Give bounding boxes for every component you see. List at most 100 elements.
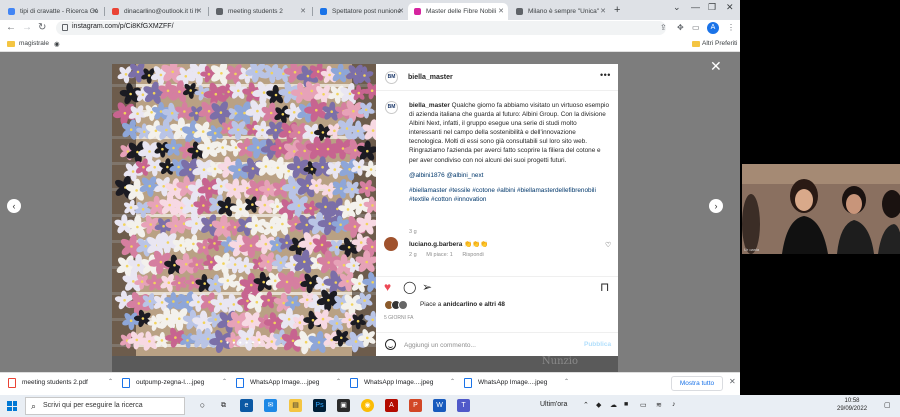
show-all-downloads-button[interactable]: Mostra tutto bbox=[671, 376, 723, 391]
comment-like-icon[interactable]: ♡ bbox=[605, 241, 611, 249]
comment-icon[interactable]: ◯ bbox=[403, 281, 416, 293]
file-explorer-icon[interactable]: ▤ bbox=[289, 399, 302, 412]
close-tab-icon[interactable]: ✕ bbox=[92, 3, 98, 20]
video-call-thumbnail[interactable]: Ur oania bbox=[742, 164, 900, 254]
task-view-icon[interactable]: ⧉ bbox=[217, 399, 230, 412]
chevron-up-icon[interactable]: ⌃ bbox=[564, 378, 569, 385]
taskbar-search[interactable]: ⌕ Scrivi qui per eseguire la ricerca bbox=[25, 397, 185, 415]
chevron-up-icon[interactable]: ⌃ bbox=[583, 401, 589, 409]
teams-icon[interactable]: T bbox=[457, 399, 470, 412]
side-panel-icon[interactable]: ▭ bbox=[692, 23, 700, 32]
powerpoint-icon[interactable]: P bbox=[409, 399, 422, 412]
forward-icon[interactable]: → bbox=[22, 22, 32, 33]
chevron-up-icon[interactable]: ⌃ bbox=[108, 378, 113, 385]
download-item-2[interactable]: outpump-zegna-l....jpeg ⌃ bbox=[122, 377, 230, 391]
minimize-button[interactable]: — bbox=[691, 2, 700, 12]
caption-mentions[interactable]: @albini1876 @albini_next bbox=[409, 171, 609, 180]
more-options-icon[interactable]: ••• bbox=[600, 70, 611, 80]
cloud-icon[interactable]: ☁ bbox=[610, 401, 617, 409]
tab-1[interactable]: tipi di cravatte - Ricerca Go ✕ bbox=[2, 3, 102, 20]
new-tab-button[interactable]: + bbox=[614, 3, 620, 17]
caption-avatar[interactable]: BM bbox=[385, 101, 398, 114]
commenter-avatar[interactable] bbox=[384, 237, 398, 251]
word-icon[interactable]: W bbox=[433, 399, 446, 412]
like-heart-icon[interactable]: ♥ bbox=[384, 281, 391, 293]
tab-4[interactable]: Spettatore post nunione ✕ bbox=[314, 3, 408, 20]
comment-input[interactable] bbox=[404, 339, 574, 351]
windows-start-icon[interactable] bbox=[7, 401, 17, 411]
download-item-1[interactable]: meeting students 2.pdf ⌃ bbox=[8, 377, 116, 391]
publish-button[interactable]: Pubblica bbox=[584, 341, 611, 348]
close-modal-icon[interactable]: ✕ bbox=[710, 58, 722, 75]
pdf-file-icon bbox=[8, 378, 16, 388]
volume-icon[interactable]: ♪ bbox=[672, 401, 676, 408]
edge-icon[interactable]: e bbox=[240, 399, 253, 412]
globe-icon[interactable]: ◉ bbox=[54, 40, 60, 48]
save-bookmark-icon[interactable]: ⊓ bbox=[600, 281, 609, 293]
chevron-up-icon[interactable]: ⌃ bbox=[222, 378, 227, 385]
cortana-icon[interactable]: ○ bbox=[196, 399, 209, 412]
close-window-button[interactable]: ✕ bbox=[726, 2, 734, 13]
tab-3[interactable]: meeting students 2 ✕ bbox=[210, 3, 310, 20]
comment-text: 👏👏👏 bbox=[464, 241, 488, 248]
address-bar[interactable]: instagram.com/p/Ci8KfGXMZFF/ bbox=[56, 21, 666, 35]
comment-username[interactable]: luciano.g.barbera bbox=[409, 241, 462, 248]
image-file-icon bbox=[464, 378, 472, 388]
tab-6[interactable]: Milano è sempre "Unica" ✕ bbox=[510, 3, 610, 20]
acrobat-icon[interactable]: A bbox=[385, 399, 398, 412]
close-tab-icon[interactable]: ✕ bbox=[498, 3, 504, 20]
close-tab-icon[interactable]: ✕ bbox=[398, 3, 404, 20]
close-tab-icon[interactable]: ✕ bbox=[300, 3, 306, 20]
photoshop-icon[interactable]: Ps bbox=[313, 399, 326, 412]
extensions-icon[interactable]: ✥ bbox=[677, 23, 684, 32]
maximize-button[interactable]: ❐ bbox=[708, 2, 716, 13]
bookmark-other[interactable]: Altri Preferiti bbox=[702, 40, 737, 47]
wifi-icon[interactable]: ≋ bbox=[656, 401, 662, 409]
post-date: 5 GIORNI FA bbox=[384, 315, 414, 321]
comment-likes[interactable]: Mi piace: 1 bbox=[426, 252, 453, 258]
caption-username[interactable]: biella_master bbox=[409, 102, 450, 109]
close-downloads-icon[interactable]: ✕ bbox=[729, 377, 736, 386]
flowers-image bbox=[112, 64, 376, 356]
browser-window: tipi di cravatte - Ricerca Go ✕ dinacarl… bbox=[0, 0, 740, 372]
caption-hashtags[interactable]: #biellamaster #tessile #cotone #albini #… bbox=[409, 186, 609, 204]
battery-icon[interactable]: ▭ bbox=[640, 401, 647, 409]
downloads-bar: meeting students 2.pdf ⌃ outpump-zegna-l… bbox=[0, 372, 740, 395]
next-post-arrow[interactable]: › bbox=[709, 199, 723, 213]
chrome-icon[interactable]: ◉ bbox=[361, 399, 374, 412]
app-icon[interactable]: ▣ bbox=[337, 399, 350, 412]
download-item-3[interactable]: WhatsApp Image....jpeg ⌃ bbox=[236, 377, 344, 391]
reply-link[interactable]: Rispondi bbox=[462, 252, 483, 258]
download-item-4[interactable]: WhatsApp Image....jpeg ⌃ bbox=[350, 377, 458, 391]
tab-instagram-active[interactable]: Master delle Fibre Nobili ✕ bbox=[408, 3, 508, 20]
likes-user[interactable]: anidcarlino bbox=[443, 301, 477, 308]
emoji-icon[interactable] bbox=[385, 339, 396, 350]
news-widget[interactable]: Ultim'ora bbox=[540, 401, 567, 408]
post-photo[interactable]: ● ● ● ● ● ● bbox=[112, 64, 376, 356]
image-file-icon bbox=[350, 378, 358, 388]
profile-avatar[interactable]: A bbox=[707, 22, 719, 34]
previous-post-arrow[interactable]: ‹ bbox=[7, 199, 21, 213]
menu-icon[interactable]: ⋮ bbox=[727, 23, 735, 32]
share-icon[interactable]: ⇪ bbox=[660, 23, 667, 32]
biella-master-logo[interactable]: BM bbox=[385, 71, 398, 84]
reload-icon[interactable]: ↻ bbox=[38, 22, 46, 33]
app-tray-icon[interactable]: ■ bbox=[624, 401, 628, 408]
post-username[interactable]: biella_master bbox=[408, 74, 453, 81]
notifications-icon[interactable]: ▢ bbox=[884, 401, 891, 409]
tab-2[interactable]: dinacarlino@outlook.it ti h ✕ bbox=[106, 3, 206, 20]
close-tab-icon[interactable]: ✕ bbox=[196, 3, 202, 20]
back-icon[interactable]: ← bbox=[6, 22, 16, 33]
mail-icon[interactable]: ✉ bbox=[264, 399, 277, 412]
bookmark-magistrale[interactable]: magistrale bbox=[19, 40, 49, 47]
download-item-5[interactable]: WhatsApp Image....jpeg ⌃ bbox=[464, 377, 572, 391]
tab-search-icon[interactable]: ⌄ bbox=[673, 2, 681, 13]
clock[interactable]: 10:58 29/09/2022 bbox=[837, 397, 867, 413]
close-tab-icon[interactable]: ✕ bbox=[600, 3, 606, 20]
likes-others[interactable]: e altri 48 bbox=[479, 301, 505, 308]
chevron-up-icon[interactable]: ⌃ bbox=[450, 378, 455, 385]
chevron-up-icon[interactable]: ⌃ bbox=[336, 378, 341, 385]
network-icon[interactable]: ◆ bbox=[596, 401, 601, 409]
share-send-icon[interactable]: ➢ bbox=[422, 281, 432, 293]
gmail-icon bbox=[112, 8, 119, 15]
